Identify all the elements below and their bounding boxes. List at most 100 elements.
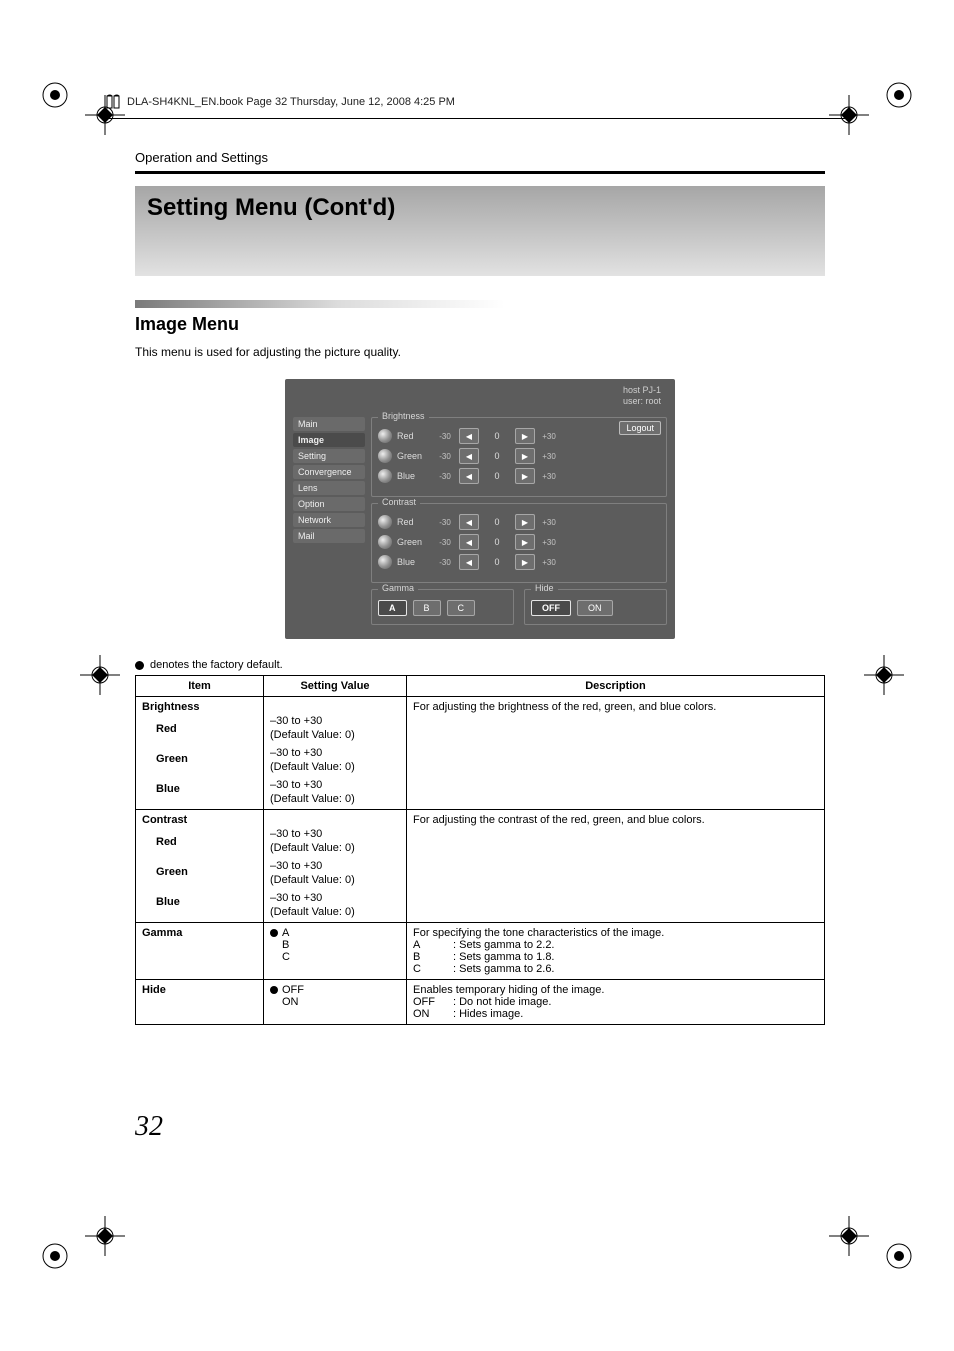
hide-line-key: OFF (413, 996, 443, 1008)
increment-button[interactable]: ▶ (515, 534, 535, 550)
row-contrast-green: Green (142, 866, 257, 878)
value-display: 0 (484, 431, 510, 441)
gamma-line-key: B (413, 951, 443, 963)
value-display: 0 (484, 557, 510, 567)
range-max: +30 (540, 518, 558, 527)
print-registration-mark (879, 1236, 919, 1276)
row-value: (Default Value: 0) (270, 874, 400, 886)
sidebar-item-setting[interactable]: Setting (293, 449, 365, 463)
hide-opt-on: ON (270, 996, 400, 1008)
gamma-line-key: A (413, 939, 443, 951)
gamma-opt-b: B (270, 939, 400, 951)
print-crosshair-mark (864, 655, 904, 695)
row-value: –30 to +30 (270, 860, 400, 872)
gamma-option-b[interactable]: B (413, 600, 441, 616)
print-registration-mark (879, 75, 919, 115)
radio-icon[interactable] (378, 429, 392, 443)
value-display: 0 (484, 471, 510, 481)
brightness-blue-row: Blue -30 ◀ 0 ▶ +30 (378, 468, 660, 484)
gamma-label: Gamma (378, 583, 418, 593)
print-header-text: DLA-SH4KNL_EN.book Page 32 Thursday, Jun… (127, 96, 455, 108)
section-rule (135, 171, 825, 174)
gamma-option-a[interactable]: A (378, 600, 407, 616)
brightness-green-row: Green -30 ◀ 0 ▶ +30 (378, 448, 660, 464)
sidebar-item-image[interactable]: Image (293, 433, 365, 447)
contrast-group: Contrast Red -30 ◀ 0 ▶ +30 (371, 503, 667, 583)
hide-line-val: : Do not hide image. (453, 996, 551, 1008)
th-value: Setting Value (264, 676, 407, 697)
value-display: 0 (484, 451, 510, 461)
print-registration-mark (35, 1236, 75, 1276)
decrement-button[interactable]: ◀ (459, 514, 479, 530)
increment-button[interactable]: ▶ (515, 554, 535, 570)
hide-option-off[interactable]: OFF (531, 600, 571, 616)
range-min: -30 (436, 432, 454, 441)
increment-button[interactable]: ▶ (515, 428, 535, 444)
row-gamma-title: Gamma (136, 923, 264, 980)
page-number: 32 (135, 1111, 163, 1143)
hide-group: Hide OFF ON (524, 589, 667, 625)
row-value: (Default Value: 0) (270, 842, 400, 854)
row-contrast-blue: Blue (142, 896, 257, 908)
title-band: Setting Menu (Cont'd) (135, 186, 825, 276)
row-brightness-title: Brightness (142, 701, 257, 713)
print-crosshair-mark (85, 1216, 125, 1256)
contrast-label: Contrast (378, 497, 420, 507)
decrement-button[interactable]: ◀ (459, 468, 479, 484)
increment-button[interactable]: ▶ (515, 468, 535, 484)
radio-icon[interactable] (378, 515, 392, 529)
hide-desc-title: Enables temporary hiding of the image. (413, 984, 818, 996)
print-header: DLA-SH4KNL_EN.book Page 32 Thursday, Jun… (105, 94, 850, 110)
sidebar-item-lens[interactable]: Lens (293, 481, 365, 495)
th-item: Item (136, 676, 264, 697)
brightness-label: Brightness (378, 411, 429, 421)
decrement-button[interactable]: ◀ (459, 534, 479, 550)
row-value: (Default Value: 0) (270, 729, 400, 741)
row-value: –30 to +30 (270, 715, 400, 727)
row-desc: For adjusting the brightness of the red,… (407, 697, 825, 810)
row-value: –30 to +30 (270, 892, 400, 904)
page-title: Setting Menu (Cont'd) (147, 194, 395, 222)
radio-icon[interactable] (378, 449, 392, 463)
range-max: +30 (540, 472, 558, 481)
contrast-green-row: Green -30 ◀ 0 ▶ +30 (378, 534, 660, 550)
channel-label: Red (397, 517, 431, 527)
channel-label: Green (397, 451, 431, 461)
sidebar-item-main[interactable]: Main (293, 417, 365, 431)
settings-table: Item Setting Value Description Brightnes… (135, 675, 825, 1025)
book-icon (105, 94, 121, 110)
channel-label: Green (397, 537, 431, 547)
decrement-button[interactable]: ◀ (459, 554, 479, 570)
gamma-opt-a: A (282, 927, 289, 939)
row-hide-title: Hide (136, 980, 264, 1025)
table-row: Hide OFF ON Enables temporary hiding of … (136, 980, 825, 1025)
sidebar-item-network[interactable]: Network (293, 513, 365, 527)
hide-option-on[interactable]: ON (577, 600, 613, 616)
row-value: –30 to +30 (270, 828, 400, 840)
hide-label: Hide (531, 583, 558, 593)
gamma-group: Gamma A B C (371, 589, 514, 625)
sidebar-item-mail[interactable]: Mail (293, 529, 365, 543)
default-marker-icon (135, 661, 144, 670)
device-user-line: user: root (619, 396, 661, 407)
gamma-line-val: : Sets gamma to 1.8. (453, 951, 555, 963)
decrement-button[interactable]: ◀ (459, 448, 479, 464)
hide-line-val: : Hides image. (453, 1008, 523, 1020)
decrement-button[interactable]: ◀ (459, 428, 479, 444)
radio-icon[interactable] (378, 555, 392, 569)
table-row: Gamma A B C For specifying the tone char… (136, 923, 825, 980)
sidebar-item-convergence[interactable]: Convergence (293, 465, 365, 479)
sidebar-item-option[interactable]: Option (293, 497, 365, 511)
contrast-blue-row: Blue -30 ◀ 0 ▶ +30 (378, 554, 660, 570)
device-ui-panel: host PJ-1 user: root Logout Main Image S… (285, 379, 675, 639)
range-max: +30 (540, 558, 558, 567)
gamma-option-c[interactable]: C (447, 600, 476, 616)
row-value: (Default Value: 0) (270, 761, 400, 773)
increment-button[interactable]: ▶ (515, 448, 535, 464)
range-max: +30 (540, 452, 558, 461)
radio-icon[interactable] (378, 535, 392, 549)
radio-icon[interactable] (378, 469, 392, 483)
range-min: -30 (436, 452, 454, 461)
th-desc: Description (407, 676, 825, 697)
increment-button[interactable]: ▶ (515, 514, 535, 530)
